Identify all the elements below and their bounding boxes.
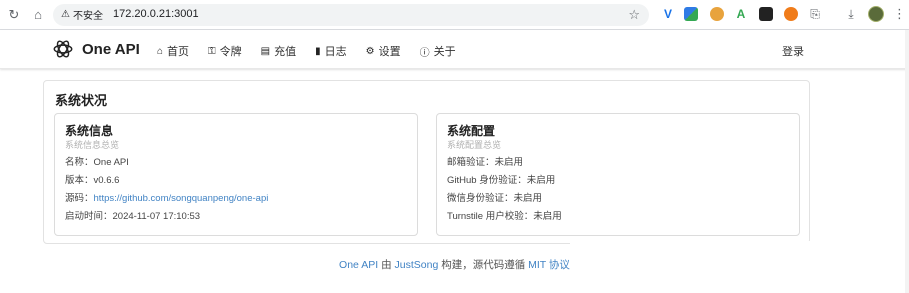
- book-icon: ▮: [315, 45, 321, 57]
- reload-icon[interactable]: ↻: [6, 7, 22, 23]
- system-status-card: 系统状况 系统信息 系统信息总览 名称：One API 版本：v0.6.6 源码…: [43, 80, 810, 244]
- extension-grid-icon[interactable]: [684, 7, 698, 21]
- menu-icon[interactable]: ⋮: [893, 6, 906, 22]
- system-config-subtitle: 系统配置总览: [447, 140, 502, 150]
- system-config-title: 系统配置: [447, 124, 496, 138]
- extensions-icon[interactable]: ⎘: [807, 6, 823, 22]
- home-icon[interactable]: ⌂: [30, 7, 46, 23]
- info-source-line: 源码：https://github.com/songquanpeng/one-a…: [65, 193, 269, 204]
- extension-v-icon[interactable]: V: [660, 6, 676, 22]
- render-gap: [570, 241, 820, 249]
- info-start-time-line: 启动时间：2024-11-07 17:10:53: [65, 211, 201, 222]
- footer-license-link[interactable]: MIT 协议: [528, 259, 570, 271]
- extension-box-icon[interactable]: [759, 7, 773, 21]
- footer-author-link[interactable]: JustSong: [395, 259, 439, 271]
- brand-name: One API: [82, 40, 140, 58]
- login-button[interactable]: 登录: [782, 43, 804, 59]
- security-indicator[interactable]: ⚠ 不安全: [61, 7, 103, 22]
- warning-icon: ⚠: [61, 9, 70, 20]
- extension-orange-icon[interactable]: [784, 7, 798, 21]
- address-bar[interactable]: ⚠ 不安全 172.20.0.21:3001 ☆: [53, 4, 649, 26]
- openai-logo-icon: [53, 40, 73, 58]
- download-icon[interactable]: ⤓: [843, 6, 859, 22]
- info-icon: ⓘ: [419, 47, 430, 59]
- nav-item-home[interactable]: ⌂ 首页: [157, 43, 189, 59]
- system-info-title: 系统信息: [65, 124, 114, 138]
- config-wechat-line: 微信身份验证：未启用: [447, 193, 543, 204]
- extension-a-icon[interactable]: A: [733, 6, 749, 22]
- system-info-subtitle: 系统信息总览: [65, 140, 120, 150]
- config-github-line: GitHub 身份验证：未启用: [447, 175, 556, 186]
- main-nav: ⌂ 首页 ⚿ 令牌 ▤ 充值 ▮ 日志 ⚙ 设置 ⓘ 关于: [157, 43, 475, 59]
- star-icon[interactable]: ☆: [628, 7, 640, 23]
- app-header: One API ⌂ 首页 ⚿ 令牌 ▤ 充值 ▮ 日志 ⚙ 设置 ⓘ 关于 登录: [0, 30, 909, 69]
- nav-item-about[interactable]: ⓘ 关于: [420, 43, 456, 59]
- info-version-line: 版本：v0.6.6: [65, 175, 120, 186]
- config-email-line: 邮箱验证：未启用: [447, 157, 524, 168]
- nav-item-logs[interactable]: ▮ 日志: [315, 43, 347, 59]
- brand[interactable]: One API: [52, 38, 140, 60]
- home-icon: ⌂: [157, 45, 164, 57]
- extension-cookie-icon[interactable]: [710, 7, 724, 21]
- gear-icon: ⚙: [365, 45, 375, 57]
- profile-avatar[interactable]: [868, 6, 884, 22]
- source-link[interactable]: https://github.com/songquanpeng/one-api: [94, 193, 269, 204]
- nav-item-tokens[interactable]: ⚿ 令牌: [208, 43, 242, 59]
- url-text[interactable]: 172.20.0.21:3001: [113, 8, 199, 20]
- footer: One API 由 JustSong 构建，源代码遵循 MIT 协议: [339, 259, 570, 271]
- nav-item-settings[interactable]: ⚙ 设置: [366, 43, 401, 59]
- config-turnstile-line: Turnstile 用户校验：未启用: [447, 211, 562, 222]
- nav-item-topup[interactable]: ▤ 充值: [261, 43, 296, 59]
- cart-icon: ▤: [260, 45, 271, 57]
- system-config-card: 系统配置 系统配置总览 邮箱验证：未启用 GitHub 身份验证：未启用 微信身…: [436, 113, 800, 236]
- browser-toolbar: ↻ ⌂ ⚠ 不安全 172.20.0.21:3001 ☆ V A ⎘ ⤓ ⋮: [0, 0, 909, 30]
- scrollbar-track[interactable]: [905, 30, 909, 293]
- system-status-title: 系统状况: [55, 93, 108, 108]
- key-icon: ⚿: [208, 45, 216, 57]
- footer-project-link[interactable]: One API: [339, 259, 378, 271]
- system-info-card: 系统信息 系统信息总览 名称：One API 版本：v0.6.6 源码：http…: [54, 113, 418, 236]
- info-name-line: 名称：One API: [65, 157, 129, 168]
